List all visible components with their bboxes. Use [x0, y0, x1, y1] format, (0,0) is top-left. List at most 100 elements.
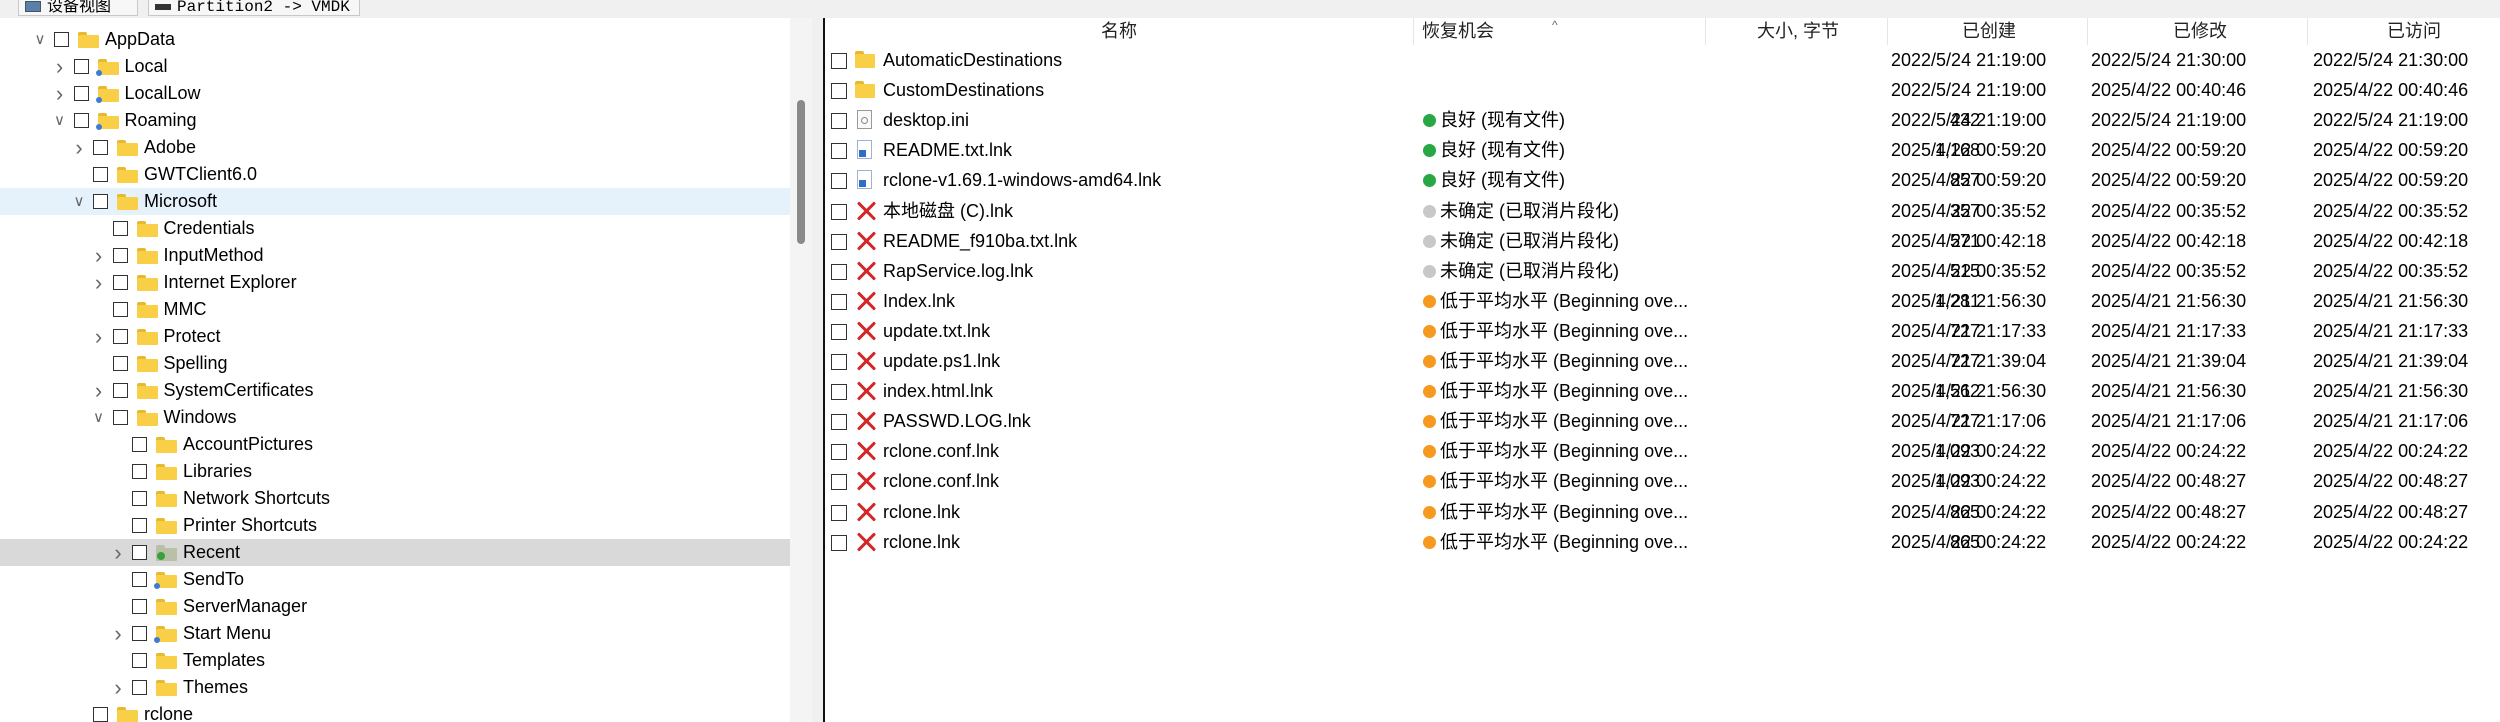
- tree-node-checkbox[interactable]: [112, 356, 128, 371]
- tree-node[interactable]: Spelling: [0, 350, 790, 377]
- column-header-modified[interactable]: 已修改: [2173, 18, 2227, 45]
- file-row-checkbox[interactable]: [831, 203, 847, 220]
- tree-node-checkbox[interactable]: [93, 707, 108, 722]
- tree-node[interactable]: AccountPictures: [0, 431, 790, 458]
- column-header-size[interactable]: 大小, 字节: [1757, 18, 1839, 45]
- tree-node-checkbox[interactable]: [132, 518, 147, 533]
- file-row-checkbox[interactable]: [831, 263, 847, 280]
- file-row[interactable]: rclone-v1.69.1-windows-amd64.lnk 良好 (现有文件…: [825, 165, 2500, 195]
- tab-partition-vmdk[interactable]: Partition2 -> VMDK: [148, 0, 360, 16]
- pane-splitter[interactable]: [812, 18, 825, 722]
- file-row-checkbox[interactable]: [831, 143, 847, 160]
- tree-node[interactable]: › LocalLow: [0, 80, 790, 107]
- chevron-right-icon[interactable]: ›: [72, 134, 86, 161]
- file-row[interactable]: PASSWD.LOG.lnk 低于平均水平 (Beginning ove... 72…: [825, 406, 2500, 436]
- chevron-down-icon[interactable]: ∨: [53, 107, 67, 134]
- tree-node-checkbox[interactable]: [132, 545, 147, 560]
- tree-node-checkbox[interactable]: [54, 32, 69, 47]
- file-row[interactable]: CustomDestinations 2022/5/24 21:19:00 2025…: [825, 75, 2500, 105]
- tree-node[interactable]: › Recent: [0, 539, 790, 566]
- tree-node-checkbox[interactable]: [93, 194, 108, 209]
- file-row-checkbox[interactable]: [831, 474, 847, 491]
- tree-node[interactable]: › Start Menu: [0, 620, 790, 647]
- chevron-down-icon[interactable]: ∨: [72, 188, 86, 215]
- tree-node-checkbox[interactable]: [112, 329, 128, 344]
- column-separator[interactable]: [2307, 18, 2308, 45]
- column-header-accessed[interactable]: 已访问: [2387, 18, 2441, 45]
- file-row[interactable]: README.txt.lnk 良好 (现有文件) 1,168 2025/4/22 00…: [825, 135, 2500, 165]
- tree-node-checkbox[interactable]: [112, 410, 128, 425]
- tree-node[interactable]: Printer Shortcuts: [0, 512, 790, 539]
- column-separator[interactable]: [1413, 18, 1414, 45]
- tree-node[interactable]: Templates: [0, 647, 790, 674]
- tree-node[interactable]: › Adobe: [0, 134, 790, 161]
- file-row-checkbox[interactable]: [831, 173, 847, 190]
- tree-node-checkbox[interactable]: [93, 167, 108, 182]
- tree-node-checkbox[interactable]: [132, 680, 147, 695]
- tree-scrollbar-thumb[interactable]: [797, 100, 805, 244]
- file-row[interactable]: RapService.log.lnk 未确定 (已取消片段化) 515 2025/4/…: [825, 256, 2500, 286]
- tree-node-checkbox[interactable]: [93, 140, 108, 155]
- tree-node-checkbox[interactable]: [112, 248, 128, 263]
- tree-node[interactable]: ∨ Windows: [0, 404, 790, 431]
- file-row[interactable]: index.html.lnk 低于平均水平 (Beginning ove... 1,…: [825, 376, 2500, 406]
- tree-node-checkbox[interactable]: [73, 86, 89, 101]
- chevron-down-icon[interactable]: ∨: [92, 404, 106, 431]
- tree-node[interactable]: ServerManager: [0, 593, 790, 620]
- tree-node[interactable]: › Internet Explorer: [0, 269, 790, 296]
- chevron-right-icon[interactable]: ›: [92, 269, 106, 296]
- tree-node[interactable]: › InputMethod: [0, 242, 790, 269]
- tree-node[interactable]: Network Shortcuts: [0, 485, 790, 512]
- tree-node[interactable]: ∨ AppData: [0, 26, 790, 53]
- tree-node-checkbox[interactable]: [73, 113, 89, 128]
- file-row-checkbox[interactable]: [831, 504, 847, 521]
- file-row[interactable]: README_f910ba.txt.lnk 未确定 (已取消片段化) 571 2025…: [825, 226, 2500, 256]
- file-row[interactable]: rclone.conf.lnk 低于平均水平 (Beginning ove... 1…: [825, 466, 2500, 496]
- tree-node-checkbox[interactable]: [112, 221, 128, 236]
- tree-node-checkbox[interactable]: [112, 275, 128, 290]
- tree-node[interactable]: MMC: [0, 296, 790, 323]
- column-separator[interactable]: [1705, 18, 1706, 45]
- file-row[interactable]: desktop.ini 良好 (现有文件) 432 2022/5/24 21:19:0…: [825, 105, 2500, 135]
- file-row-checkbox[interactable]: [831, 354, 847, 370]
- tab-device-view[interactable]: 设备视图: [18, 0, 138, 16]
- tree-node[interactable]: › Themes: [0, 674, 790, 701]
- file-row[interactable]: 本地磁盘 (C).lnk 未确定 (已取消片段化) 357 2025/4/22 00:…: [825, 196, 2500, 226]
- chevron-right-icon[interactable]: ›: [53, 53, 67, 80]
- tree-node-checkbox[interactable]: [132, 572, 147, 587]
- chevron-down-icon[interactable]: ∨: [33, 26, 47, 53]
- chevron-right-icon[interactable]: ›: [111, 674, 125, 701]
- file-row-checkbox[interactable]: [831, 293, 847, 310]
- chevron-right-icon[interactable]: ›: [111, 620, 125, 647]
- chevron-right-icon[interactable]: ›: [111, 539, 125, 566]
- tree-node-checkbox[interactable]: [73, 59, 89, 74]
- file-row[interactable]: update.ps1.lnk 低于平均水平 (Beginning ove... 72…: [825, 346, 2500, 376]
- chevron-right-icon[interactable]: ›: [92, 377, 106, 404]
- tree-node-checkbox[interactable]: [132, 437, 147, 452]
- file-row[interactable]: rclone.conf.lnk 低于平均水平 (Beginning ove... 1…: [825, 436, 2500, 466]
- column-separator[interactable]: [2087, 18, 2088, 45]
- file-row-checkbox[interactable]: [831, 534, 847, 551]
- tree-node[interactable]: rclone: [0, 701, 790, 722]
- tree-node[interactable]: ∨ Microsoft: [0, 188, 790, 215]
- file-row[interactable]: rclone.lnk 低于平均水平 (Beginning ove... 865 202…: [825, 527, 2500, 557]
- chevron-right-icon[interactable]: ›: [92, 242, 106, 269]
- tree-node[interactable]: SendTo: [0, 566, 790, 593]
- tree-node-checkbox[interactable]: [132, 464, 147, 479]
- tree-node-checkbox[interactable]: [132, 653, 147, 668]
- tree-scrollbar[interactable]: [790, 18, 812, 722]
- file-row[interactable]: rclone.lnk 低于平均水平 (Beginning ove... 865 202…: [825, 497, 2500, 527]
- tree-node[interactable]: Libraries: [0, 458, 790, 485]
- chevron-right-icon[interactable]: ›: [53, 80, 67, 107]
- tree-node-checkbox[interactable]: [132, 626, 147, 641]
- tree-node[interactable]: GWTClient6.0: [0, 161, 790, 188]
- tree-node-checkbox[interactable]: [112, 383, 128, 398]
- tree-node[interactable]: Credentials: [0, 215, 790, 242]
- file-row[interactable]: AutomaticDestinations 2022/5/24 21:19:00 2…: [825, 45, 2500, 75]
- file-row-checkbox[interactable]: [831, 444, 847, 461]
- column-header-recovery[interactable]: 恢复机会: [1422, 18, 1494, 45]
- file-row-checkbox[interactable]: [831, 384, 847, 401]
- file-row[interactable]: update.txt.lnk 低于平均水平 (Beginning ove... 72…: [825, 316, 2500, 346]
- tree-node-checkbox[interactable]: [132, 599, 147, 614]
- file-row-checkbox[interactable]: [831, 323, 847, 340]
